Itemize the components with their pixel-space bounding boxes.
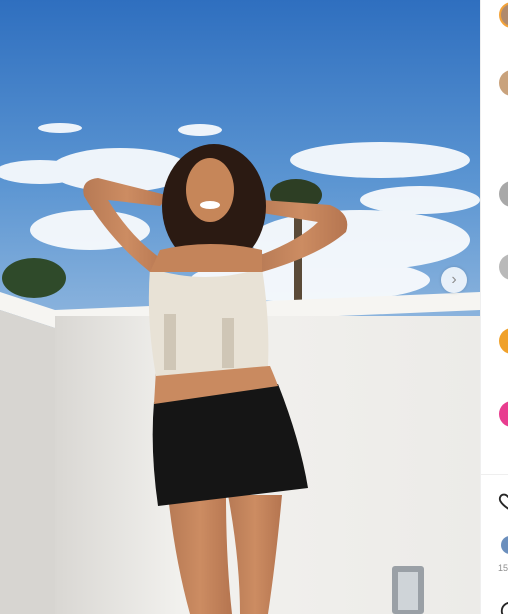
avatar-commenter-2[interactable] xyxy=(499,181,508,207)
chevron-right-icon: › xyxy=(451,271,457,288)
avatar-commenter-4[interactable] xyxy=(499,328,508,354)
heart-icon[interactable] xyxy=(498,490,508,512)
comments-sidebar: 15 xyxy=(480,0,508,614)
avatar-commenter-5[interactable] xyxy=(499,401,508,427)
photo-scene xyxy=(0,0,480,614)
avatar-commenter-1[interactable] xyxy=(499,70,508,96)
comment-icon[interactable] xyxy=(499,600,508,614)
avatar-liker[interactable] xyxy=(501,536,508,554)
sidebar-divider xyxy=(481,474,508,475)
next-photo-button[interactable]: › xyxy=(441,267,467,293)
avatar-commenter-3[interactable] xyxy=(499,254,508,280)
avatar-profile[interactable] xyxy=(499,2,508,28)
likes-count[interactable]: 15 xyxy=(498,563,508,573)
post-photo[interactable]: › xyxy=(0,0,480,614)
